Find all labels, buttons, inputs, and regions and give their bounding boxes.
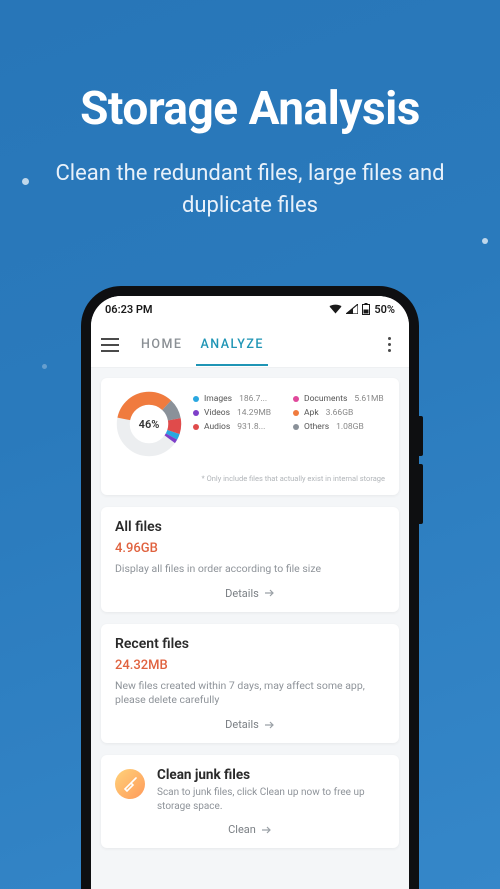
chart-disclaimer: * Only include files that actually exist… xyxy=(115,474,385,483)
legend-item: Audios931.8... xyxy=(193,422,285,432)
overflow-menu-icon[interactable] xyxy=(379,337,399,352)
app-bar: HOME ANALYZE xyxy=(91,322,409,368)
promo-title: Storage Analysis xyxy=(0,0,500,136)
recent-files-card[interactable]: Recent files 24.32MB New files created w… xyxy=(101,624,399,743)
storage-donut-chart: 46% xyxy=(115,390,183,458)
legend-item: Images186.7... xyxy=(193,394,285,404)
card-title: All files xyxy=(115,519,385,535)
decorative-dot xyxy=(482,238,488,244)
battery-percent: 50% xyxy=(374,303,395,316)
decorative-dot xyxy=(22,178,29,185)
legend-dot xyxy=(293,396,299,402)
card-description: Scan to junk files, click Clean up now t… xyxy=(157,786,385,813)
storage-breakdown-card: 46% Images186.7... Documents5.61MB Video… xyxy=(101,378,399,495)
status-time: 06:23 PM xyxy=(105,303,153,316)
legend-item: Others1.08GB xyxy=(293,422,385,432)
legend-item: Apk3.66GB xyxy=(293,408,385,418)
content-scroll[interactable]: 46% Images186.7... Documents5.61MB Video… xyxy=(91,368,409,848)
battery-icon xyxy=(362,303,370,315)
legend-dot xyxy=(193,410,199,416)
promo-background: Storage Analysis Clean the redundant fil… xyxy=(0,0,500,889)
menu-icon[interactable] xyxy=(101,333,125,357)
card-size: 4.96GB xyxy=(115,541,385,556)
tab-home[interactable]: HOME xyxy=(139,323,184,366)
broom-icon xyxy=(115,769,145,799)
signal-icon xyxy=(346,304,358,314)
donut-center-label: 46% xyxy=(115,390,183,458)
promo-subtitle: Clean the redundant files, large files a… xyxy=(0,158,500,222)
status-right: 50% xyxy=(329,303,395,316)
card-title: Recent files xyxy=(115,636,385,652)
tab-analyze[interactable]: ANALYZE xyxy=(198,323,266,366)
arrow-right-icon xyxy=(265,589,275,597)
phone-side-button xyxy=(419,416,423,456)
clean-junk-card[interactable]: Clean junk files Scan to junk files, cli… xyxy=(101,755,399,848)
legend-dot xyxy=(293,410,299,416)
card-description: Display all files in order according to … xyxy=(115,562,385,577)
clean-button[interactable]: Clean xyxy=(115,823,385,836)
legend-item: Documents5.61MB xyxy=(293,394,385,404)
phone-screen: 06:23 PM 50% HOME ANALYZE xyxy=(91,296,409,889)
status-bar: 06:23 PM 50% xyxy=(91,296,409,322)
phone-side-button xyxy=(419,464,423,524)
card-size: 24.32MB xyxy=(115,658,385,673)
details-button[interactable]: Details xyxy=(115,587,385,600)
legend-item: Videos14.29MB xyxy=(193,408,285,418)
arrow-right-icon xyxy=(265,721,275,729)
wifi-icon xyxy=(329,304,342,314)
details-button[interactable]: Details xyxy=(115,718,385,731)
legend-dot xyxy=(193,396,199,402)
legend: Images186.7... Documents5.61MB Videos14.… xyxy=(193,390,385,432)
arrow-right-icon xyxy=(262,826,272,834)
card-title: Clean junk files xyxy=(157,767,385,783)
card-description: New files created within 7 days, may aff… xyxy=(115,679,385,708)
legend-dot xyxy=(193,424,199,430)
phone-frame: 06:23 PM 50% HOME ANALYZE xyxy=(81,286,419,889)
legend-dot xyxy=(293,424,299,430)
tab-bar: HOME ANALYZE xyxy=(139,323,379,366)
decorative-dot xyxy=(42,364,47,369)
all-files-card[interactable]: All files 4.96GB Display all files in or… xyxy=(101,507,399,612)
